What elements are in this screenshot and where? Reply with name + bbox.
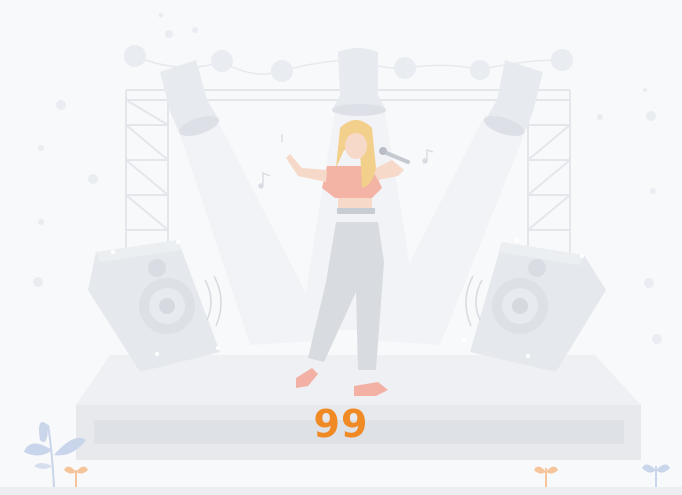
plant-right-orange-icon [534, 466, 558, 487]
truss-left [125, 90, 169, 255]
plant-small-orange-icon [64, 466, 88, 487]
speaker-left-icon [88, 240, 222, 372]
bottom-divider [0, 487, 682, 495]
page-root: 99 [0, 0, 682, 495]
spotlight-center-icon [332, 48, 386, 116]
truss-right [527, 90, 571, 255]
speaker-right-icon [462, 238, 606, 372]
countdown-number: 99 [313, 402, 369, 446]
plant-right-blue-icon [642, 464, 670, 487]
